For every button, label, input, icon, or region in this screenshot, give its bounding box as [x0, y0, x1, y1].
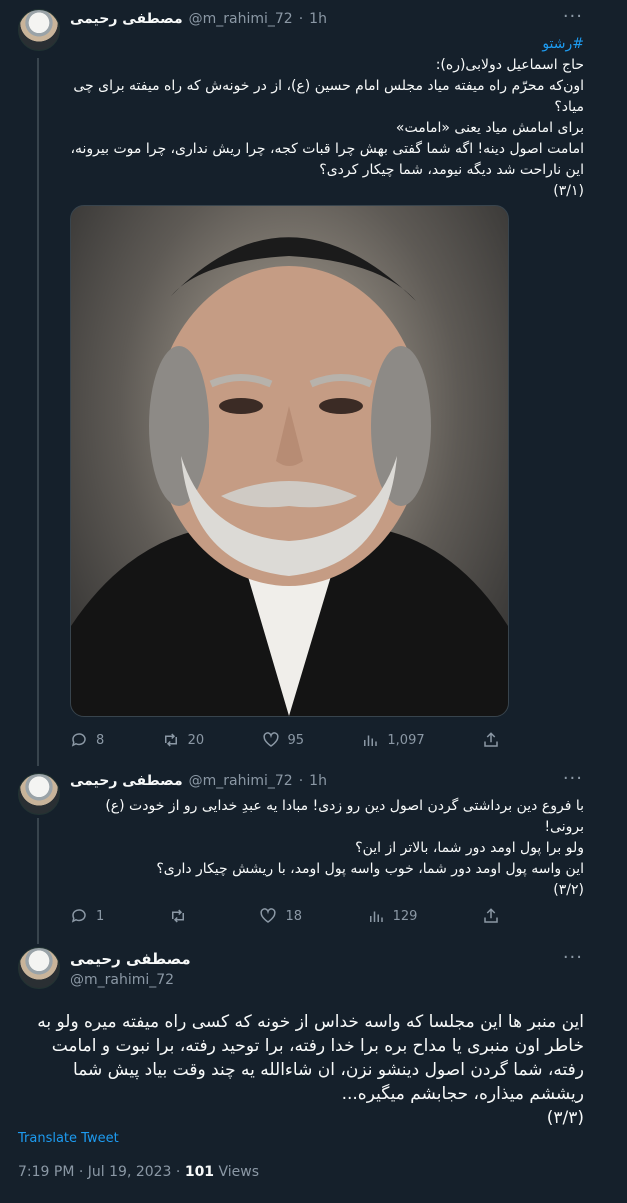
retweet-icon — [171, 909, 184, 923]
tweet-line: (۳/۱) — [553, 183, 584, 199]
tweet-text: با فروع دین برداشتی گردن اصول دین رو زدی… — [70, 796, 584, 901]
retweet-count: 20 — [187, 732, 205, 748]
tweet-line: امامت اصول دینه! اگه شما گفتی بهش چرا قب… — [70, 141, 584, 178]
reply-button[interactable]: 1 — [70, 907, 104, 925]
author-handle[interactable]: @m_rahimi_72 — [70, 972, 174, 988]
separator: · — [298, 773, 304, 789]
tweet-time[interactable]: 1h — [309, 11, 327, 27]
tweet-line: با فروع دین برداشتی گردن اصول دین رو زدی… — [105, 798, 584, 835]
avatar[interactable] — [18, 947, 60, 989]
separator: · — [175, 1164, 181, 1180]
author-handle[interactable]: @m_rahimi_72 — [189, 773, 293, 789]
like-button[interactable]: 18 — [259, 907, 302, 925]
translate-tweet-link[interactable]: Translate Tweet — [18, 1131, 119, 1146]
thread-rail — [37, 818, 39, 944]
reply-count: 8 — [96, 732, 105, 748]
more-dots-icon[interactable]: ··· — [563, 768, 583, 789]
tweet-line: اون‌که محرّم راه میفته میاد مجلس امام حس… — [73, 78, 584, 115]
tweet-header: مصطفی رحیمی @m_rahimi_72 · 1h — [70, 9, 577, 29]
tweet-line: این واسه پول اومد دور شما، خوب واسه پول … — [156, 861, 584, 877]
reply-icon — [71, 909, 86, 923]
thread-rail — [37, 58, 39, 766]
separator: · — [298, 11, 304, 27]
author-handle[interactable]: @m_rahimi_72 — [189, 11, 293, 27]
views-count: 1,097 — [387, 732, 425, 748]
author-name[interactable]: مصطفی رحیمی — [70, 11, 183, 27]
heart-icon — [260, 908, 277, 923]
portrait-image — [71, 237, 508, 716]
views-button[interactable]: 1,097 — [361, 731, 425, 749]
views-chart-icon — [369, 911, 383, 922]
more-dots-icon[interactable]: ··· — [563, 947, 583, 968]
retweet-button[interactable] — [169, 907, 195, 925]
tweet-actions: 8 20 95 1,097 — [70, 731, 500, 749]
tweet-line: ولو برا پول اومد دور شما، بالاتر از این؟ — [355, 840, 584, 856]
hashtag-link[interactable]: #رشتو — [70, 34, 584, 55]
tweet-header: مصطفی رحیمی — [70, 949, 577, 969]
like-count: 18 — [285, 908, 302, 924]
tweet-meta: 7:19 PM · Jul 19, 2023 · 101 Views — [18, 1164, 259, 1180]
share-button[interactable] — [482, 907, 500, 925]
reply-count: 1 — [96, 908, 105, 924]
tweet-handle-row: @m_rahimi_72 — [70, 970, 577, 990]
views-button[interactable]: 129 — [367, 907, 418, 925]
like-button[interactable]: 95 — [262, 731, 305, 749]
tweet-time[interactable]: 1h — [309, 773, 327, 789]
retweet-button[interactable]: 20 — [162, 731, 205, 749]
avatar[interactable] — [18, 9, 60, 51]
tweet-line: (۳/۲) — [553, 882, 584, 898]
tweet-line: این منبر ها این مجلسا که واسه خداس از خو… — [37, 1012, 584, 1104]
views-total: 101 — [184, 1164, 215, 1180]
tweet-text: این منبر ها این مجلسا که واسه خداس از خو… — [18, 1010, 584, 1130]
reply-icon — [71, 733, 86, 747]
tweet-actions: 1 18 129 — [70, 907, 500, 925]
tweet-header: مصطفی رحیمی @m_rahimi_72 · 1h — [70, 771, 577, 791]
reply-button[interactable]: 8 — [70, 731, 104, 749]
author-name[interactable]: مصطفی رحیمی — [70, 950, 191, 968]
views-label: Views — [218, 1164, 260, 1180]
more-dots-icon[interactable]: ··· — [563, 6, 583, 27]
share-icon — [484, 908, 498, 923]
views-count: 129 — [392, 908, 418, 924]
avatar[interactable] — [18, 773, 60, 815]
tweet-line: حاج اسماعیل دولابی(ره): — [435, 57, 584, 73]
views-chart-icon — [364, 735, 378, 746]
tweet-date[interactable]: Jul 19, 2023 — [88, 1164, 172, 1180]
tweet-line: (۳/۳) — [546, 1108, 584, 1128]
share-icon — [484, 732, 498, 747]
tweet-line: برای امامش میاد یعنی «امامت» — [395, 120, 584, 136]
separator: · — [78, 1164, 84, 1180]
author-name[interactable]: مصطفی رحیمی — [70, 773, 183, 789]
tweet-time[interactable]: 7:19 PM — [18, 1164, 74, 1180]
heart-icon — [262, 732, 279, 747]
tweet-text: #رشتو حاج اسماعیل دولابی(ره): اون‌که محر… — [70, 34, 584, 202]
tweet-photo[interactable] — [70, 205, 509, 717]
retweet-icon — [164, 733, 177, 747]
share-button[interactable] — [482, 731, 500, 749]
like-count: 95 — [287, 732, 305, 748]
